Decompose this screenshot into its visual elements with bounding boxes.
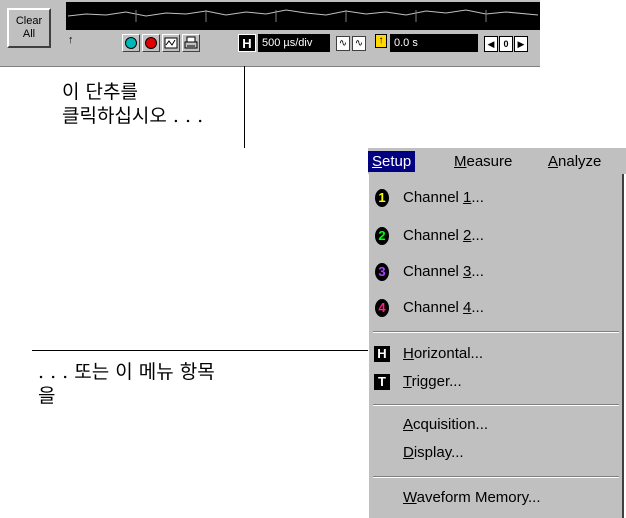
item-accel: A: [403, 416, 414, 433]
trigger-icon: T: [374, 374, 390, 390]
menu-item-display[interactable]: Display...: [369, 439, 623, 467]
menu-measure-accel: M: [454, 153, 467, 170]
menu-item-trigger[interactable]: T Trigger...: [369, 368, 623, 396]
item-accel: W: [403, 489, 417, 506]
menu-item-channel-2[interactable]: 2 Channel 2...: [369, 222, 623, 250]
item-label: isplay...: [413, 444, 464, 461]
menu-setup[interactable]: Setup: [368, 151, 416, 172]
menu-item-horizontal[interactable]: H Horizontal...: [369, 340, 623, 368]
stop-button[interactable]: [142, 34, 160, 52]
item-label: orizontal...: [413, 345, 484, 362]
menu-separator: [373, 476, 619, 478]
menu-item-channel-3[interactable]: 3 Channel 3...: [369, 258, 623, 286]
delay-field[interactable]: 0.0 s: [390, 34, 478, 52]
timebase-field[interactable]: 500 µs/div: [258, 34, 330, 52]
item-label: aveform Memory...: [416, 489, 541, 506]
item-label: Channel: [403, 189, 464, 206]
item-ellipsis: ...: [471, 263, 484, 280]
item-label: Channel: [403, 263, 464, 280]
clear-all-button[interactable]: Clear All: [7, 8, 51, 48]
menu-item-acquisition[interactable]: Acquisition...: [369, 411, 623, 439]
item-label: Channel: [403, 299, 464, 316]
item-label: rigger...: [411, 373, 462, 390]
channel-2-icon: 2: [375, 227, 389, 245]
up-arrow-icon[interactable]: ↑: [68, 34, 78, 46]
menu-item-channel-1[interactable]: 1 Channel 1...: [369, 184, 623, 212]
delay-next-button[interactable]: ▶: [514, 36, 528, 52]
callout-button-line: [244, 66, 245, 148]
menu-item-channel-4[interactable]: 4 Channel 4...: [369, 294, 623, 322]
item-ellipsis: ...: [471, 189, 484, 206]
callout-menu-line: [32, 350, 372, 351]
scope-toolbar: Clear All ↑ H 500 µs/div ∿ ∿ ↑ 0.0 s ◀ 0…: [0, 0, 540, 67]
horizontal-button[interactable]: H: [238, 34, 256, 52]
delay-prev-button[interactable]: ◀: [484, 36, 498, 52]
setup-dropdown: 1 Channel 1... 2 Channel 2... 3 Channel …: [368, 174, 624, 518]
print-button[interactable]: [182, 34, 200, 52]
printer-icon: [184, 36, 198, 49]
waveform-display: [66, 2, 540, 30]
single-button[interactable]: [162, 34, 180, 52]
menu-analyze[interactable]: Analyze: [544, 151, 605, 172]
timebase-down-icon[interactable]: ∿: [336, 36, 350, 51]
menu-measure[interactable]: Measure: [450, 151, 516, 172]
timebase-up-icon[interactable]: ∿: [352, 36, 366, 51]
waveform-trace-icon: [67, 9, 539, 22]
menu-analyze-label: nalyze: [558, 153, 602, 170]
item-label: Channel: [403, 227, 464, 244]
menu-item-waveform-memory[interactable]: Waveform Memory...: [369, 484, 623, 512]
item-ellipsis: ...: [471, 227, 484, 244]
item-label: cquisition...: [413, 416, 489, 433]
menu-bar: Setup Measure Analyze: [368, 148, 626, 174]
menu-separator: [373, 404, 619, 406]
channel-3-icon: 3: [375, 263, 389, 281]
menu-setup-label: etup: [382, 153, 412, 170]
item-accel: D: [403, 444, 414, 461]
waveform-icon: [164, 37, 178, 49]
menu-analyze-accel: A: [548, 153, 559, 170]
delay-zero-button[interactable]: 0: [499, 36, 513, 52]
item-ellipsis: ...: [471, 299, 484, 316]
channel-1-icon: 1: [375, 189, 389, 207]
red-circle-icon: [145, 37, 157, 49]
warning-icon: ↑: [375, 34, 387, 48]
menu-measure-label: easure: [466, 153, 513, 170]
horizontal-icon: H: [374, 346, 390, 362]
run-button[interactable]: [122, 34, 140, 52]
cyan-circle-icon: [125, 37, 137, 49]
callout-button-text: 이 단추를 클릭하십시오 . . .: [62, 81, 204, 127]
channel-4-icon: 4: [375, 299, 389, 317]
menu-separator: [373, 331, 619, 333]
item-accel: H: [403, 345, 414, 362]
callout-menu-text: . . . 또는 이 메뉴 항목 을: [38, 361, 215, 407]
menu-setup-accel: S: [372, 153, 383, 170]
item-accel: T: [403, 373, 412, 390]
